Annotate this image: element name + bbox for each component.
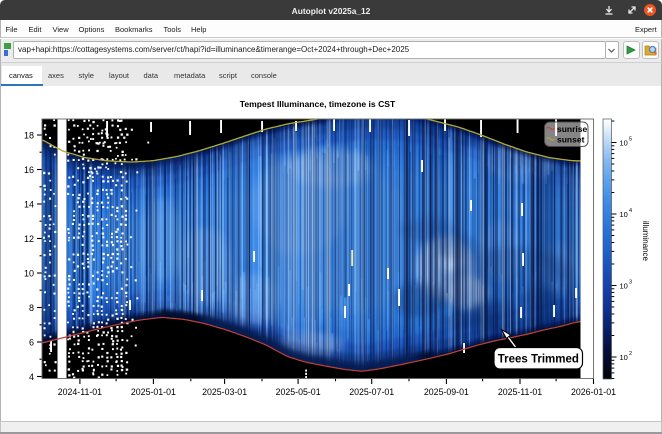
svg-text:2024-11-01: 2024-11-01 bbox=[58, 387, 102, 397]
svg-text:10: 10 bbox=[620, 210, 628, 219]
svg-text:sunrise: sunrise bbox=[557, 124, 588, 134]
svg-text:2025-03-01: 2025-03-01 bbox=[202, 387, 247, 397]
svg-text:10: 10 bbox=[620, 139, 628, 148]
svg-text:2025-05-01: 2025-05-01 bbox=[276, 387, 321, 397]
svg-text:2025-09-01: 2025-09-01 bbox=[424, 387, 469, 397]
svg-text:8: 8 bbox=[29, 303, 34, 313]
svg-text:sunset: sunset bbox=[557, 135, 585, 145]
svg-text:10: 10 bbox=[24, 268, 34, 278]
svg-text:6: 6 bbox=[29, 337, 34, 347]
svg-text:illuminance: illuminance bbox=[641, 221, 650, 262]
svg-text:4: 4 bbox=[29, 372, 34, 382]
svg-text:2025-01-01: 2025-01-01 bbox=[131, 387, 176, 397]
svg-text:2025-07-01: 2025-07-01 bbox=[349, 387, 394, 397]
svg-text:5: 5 bbox=[629, 137, 632, 143]
svg-text:2025-11-01: 2025-11-01 bbox=[498, 387, 542, 397]
svg-text:2: 2 bbox=[629, 351, 632, 357]
svg-text:10: 10 bbox=[620, 353, 628, 362]
svg-text:2026-01-01: 2026-01-01 bbox=[571, 387, 616, 397]
svg-text:3: 3 bbox=[629, 280, 632, 286]
svg-text:12: 12 bbox=[24, 234, 34, 244]
svg-text:18: 18 bbox=[24, 130, 34, 140]
svg-text:4: 4 bbox=[629, 208, 632, 214]
svg-text:16: 16 bbox=[24, 165, 34, 175]
svg-text:10: 10 bbox=[620, 282, 628, 291]
svg-text:Trees Trimmed: Trees Trimmed bbox=[498, 354, 579, 366]
svg-text:14: 14 bbox=[24, 199, 34, 209]
svg-text:Tempest Illuminance, timezone: Tempest Illuminance, timezone is CST bbox=[240, 99, 396, 109]
